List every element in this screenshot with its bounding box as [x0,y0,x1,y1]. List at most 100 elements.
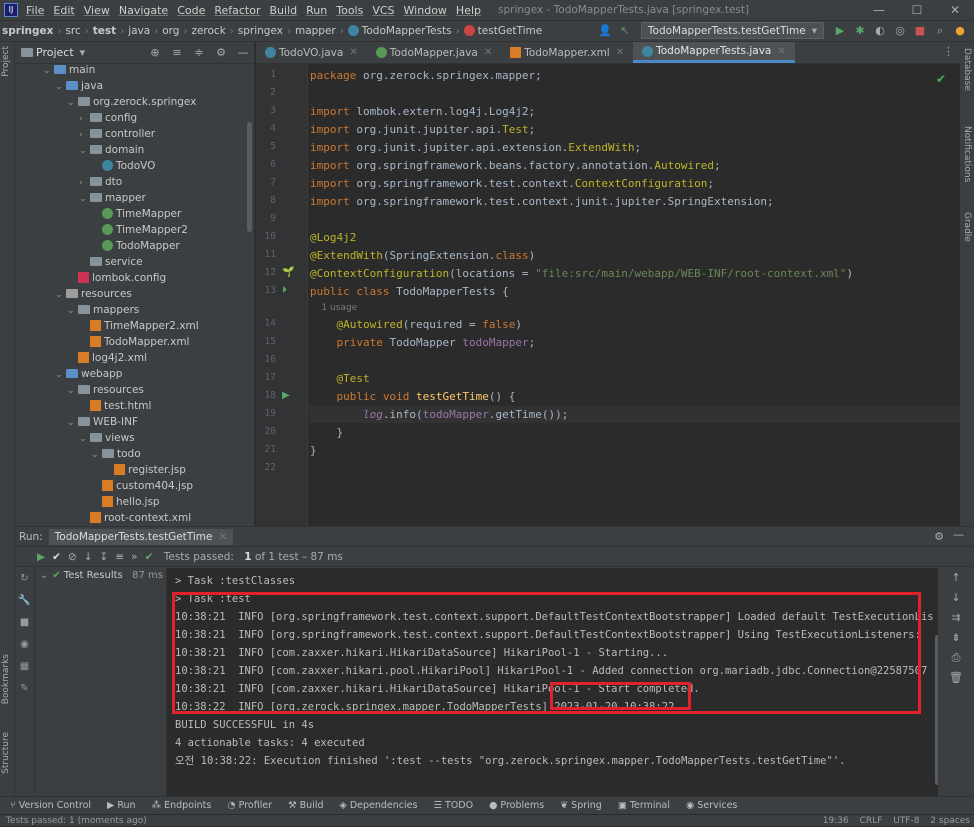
tree-item[interactable]: › config [79,110,137,126]
bottom-tab-problems[interactable]: ● Problems [489,800,544,811]
chevron-icon[interactable]: ⌄ [67,303,78,319]
file-encoding[interactable]: UTF-8 [893,816,919,826]
editor-tab[interactable]: TodoVO.java ✕ [256,42,367,63]
status-message[interactable]: Tests passed: 1 (moments ago) [6,816,147,826]
chevron-icon[interactable]: ⌄ [67,383,78,399]
debug-icon[interactable]: ✱ [851,24,869,37]
tree-item[interactable]: root-context.xml [79,510,191,525]
tree-item[interactable]: TimeMapper2 [91,222,188,238]
test-results-root[interactable]: ⌄ ✔ Test Results 87 ms [36,568,166,584]
tree-item[interactable]: ⌄ resources [55,286,132,302]
menu-code[interactable]: Code [177,4,205,17]
code-line[interactable]: @Log4j2 [310,229,356,246]
vcs-arrow-icon[interactable]: ↖ [616,24,634,37]
layout-icon[interactable]: ▦ [15,656,34,678]
tree-item[interactable]: ⌄ org.zerock.springex [67,94,196,110]
bottom-tab-endpoints[interactable]: ⁂ Endpoints [152,800,212,811]
line-separator[interactable]: CRLF [860,816,883,826]
run-test-icon[interactable]: ▶ [282,390,290,401]
inspection-ok-icon[interactable]: ✔ [936,72,946,86]
code-line[interactable]: } [310,442,317,459]
project-tool-tab[interactable]: Project [1,46,11,77]
scroll-down-icon[interactable]: ↓ [938,588,974,608]
chevron-icon[interactable]: ⌄ [55,79,66,95]
database-tool-tab[interactable]: Database [962,48,972,91]
gradle-tool-tab[interactable]: Gradle [962,212,972,242]
hide-icon[interactable]: — [232,46,254,59]
trash-icon[interactable]: 🗑 [938,668,974,688]
bottom-tab-todo[interactable]: ☰ TODO [433,800,473,811]
editor-tab[interactable]: TodoMapperTests.java ✕ [633,42,795,63]
code-line[interactable]: @Test [310,370,370,387]
caret-position[interactable]: 19:36 [823,816,849,826]
code-line[interactable]: @Autowired(required = false) [310,316,522,333]
bottom-tab-profiler[interactable]: ◔ Profiler [227,800,272,811]
bottom-tab-run[interactable]: ▶ Run [107,800,136,811]
rerun-icon[interactable]: ▶ [37,551,45,563]
usage-hint[interactable]: 1 usage [310,301,357,315]
scroll-up-icon[interactable]: ↑ [938,568,974,588]
tree-item[interactable]: ⌄ mapper [79,190,146,206]
close-icon[interactable]: ✕ [936,0,974,20]
menu-file[interactable]: File [26,4,44,17]
gear-icon[interactable]: ⚙ [934,530,944,543]
run-configuration-select[interactable]: TodoMapperTests.testGetTime ▾ [640,22,824,39]
tree-item[interactable]: ⌄ webapp [55,366,122,382]
locate-icon[interactable]: ⊕ [144,46,166,59]
menu-run[interactable]: Run [306,4,327,17]
tree-item[interactable]: ⌄ todo [91,446,141,462]
tree-item[interactable]: ⌄ domain [79,142,144,158]
menu-help[interactable]: Help [456,4,481,17]
menu-build[interactable]: Build [270,4,298,17]
tree-item[interactable]: › controller [79,126,155,142]
tree-item[interactable]: TodoMapper.xml [79,334,189,350]
code-line[interactable]: import org.junit.jupiter.api.Test; [310,121,535,138]
tree-item[interactable]: hello.jsp [91,494,160,510]
collapse-all-icon[interactable]: ≑ [188,46,210,59]
bottom-tab-spring[interactable]: ❦ Spring [560,800,602,811]
sort-duration-icon[interactable]: ↧ [100,551,109,563]
bottom-tab-services[interactable]: ◉ Services [686,800,737,811]
structure-tool-tab[interactable]: Structure [1,732,11,774]
search-icon[interactable]: ⌕ [931,24,949,38]
chevron-icon[interactable]: › [79,111,90,127]
chevron-icon[interactable]: ⌄ [67,415,78,431]
code-line[interactable]: } [310,424,343,441]
scroll-to-end-icon[interactable]: ⇟ [938,628,974,648]
project-view-select[interactable]: Project [36,46,74,59]
breadcrumb-class[interactable]: TodoMapperTests [346,25,454,37]
tree-item[interactable]: test.html [79,398,151,414]
tree-item[interactable]: ⌄ java [55,78,103,94]
chevron-icon[interactable]: ⌄ [55,367,66,383]
breadcrumb-mapper[interactable]: mapper [293,25,338,37]
breadcrumb-method[interactable]: testGetTime [462,25,545,37]
spring-bean-icon[interactable]: 🌱 [282,267,294,278]
tree-item[interactable]: ⌄ main [43,64,95,78]
profile-icon[interactable]: ◎ [891,24,909,37]
stop-icon[interactable]: ■ [911,24,929,37]
tree-item[interactable]: TimeMapper [91,206,181,222]
more-tabs-icon[interactable]: ⋮ [943,45,954,58]
tree-item[interactable]: register.jsp [103,462,186,478]
chevron-down-icon[interactable]: ▾ [80,46,86,59]
tree-item[interactable]: custom404.jsp [91,478,193,494]
rerun-failed-icon[interactable]: ↻ [15,568,34,590]
minimize-icon[interactable]: — [860,0,898,20]
code-line[interactable]: public class TodoMapperTests { [310,283,509,300]
notifications-tool-tab[interactable]: Notifications [962,126,972,182]
tree-item[interactable]: service [79,254,143,270]
code-line[interactable]: public void testGetTime() { [310,388,516,405]
tree-item[interactable]: › dto [79,174,122,190]
code-line[interactable]: import org.springframework.test.context.… [310,193,774,210]
wrench-icon[interactable]: 🔧 [15,590,34,612]
indent-setting[interactable]: 2 spaces [930,816,970,826]
code-line[interactable]: @ContextConfiguration(locations = "file:… [310,265,853,282]
hide-icon[interactable]: — [953,528,964,541]
menu-vcs[interactable]: VCS [372,4,394,17]
code-line[interactable]: import org.springframework.beans.factory… [310,157,721,174]
code-line[interactable]: import lombok.extern.log4j.Log4j2; [310,103,535,120]
menu-refactor[interactable]: Refactor [214,4,260,17]
stop-icon[interactable]: ■ [15,612,34,634]
close-icon[interactable]: ✕ [616,47,624,58]
run-tests-icon[interactable]: ⏵ [282,285,287,296]
